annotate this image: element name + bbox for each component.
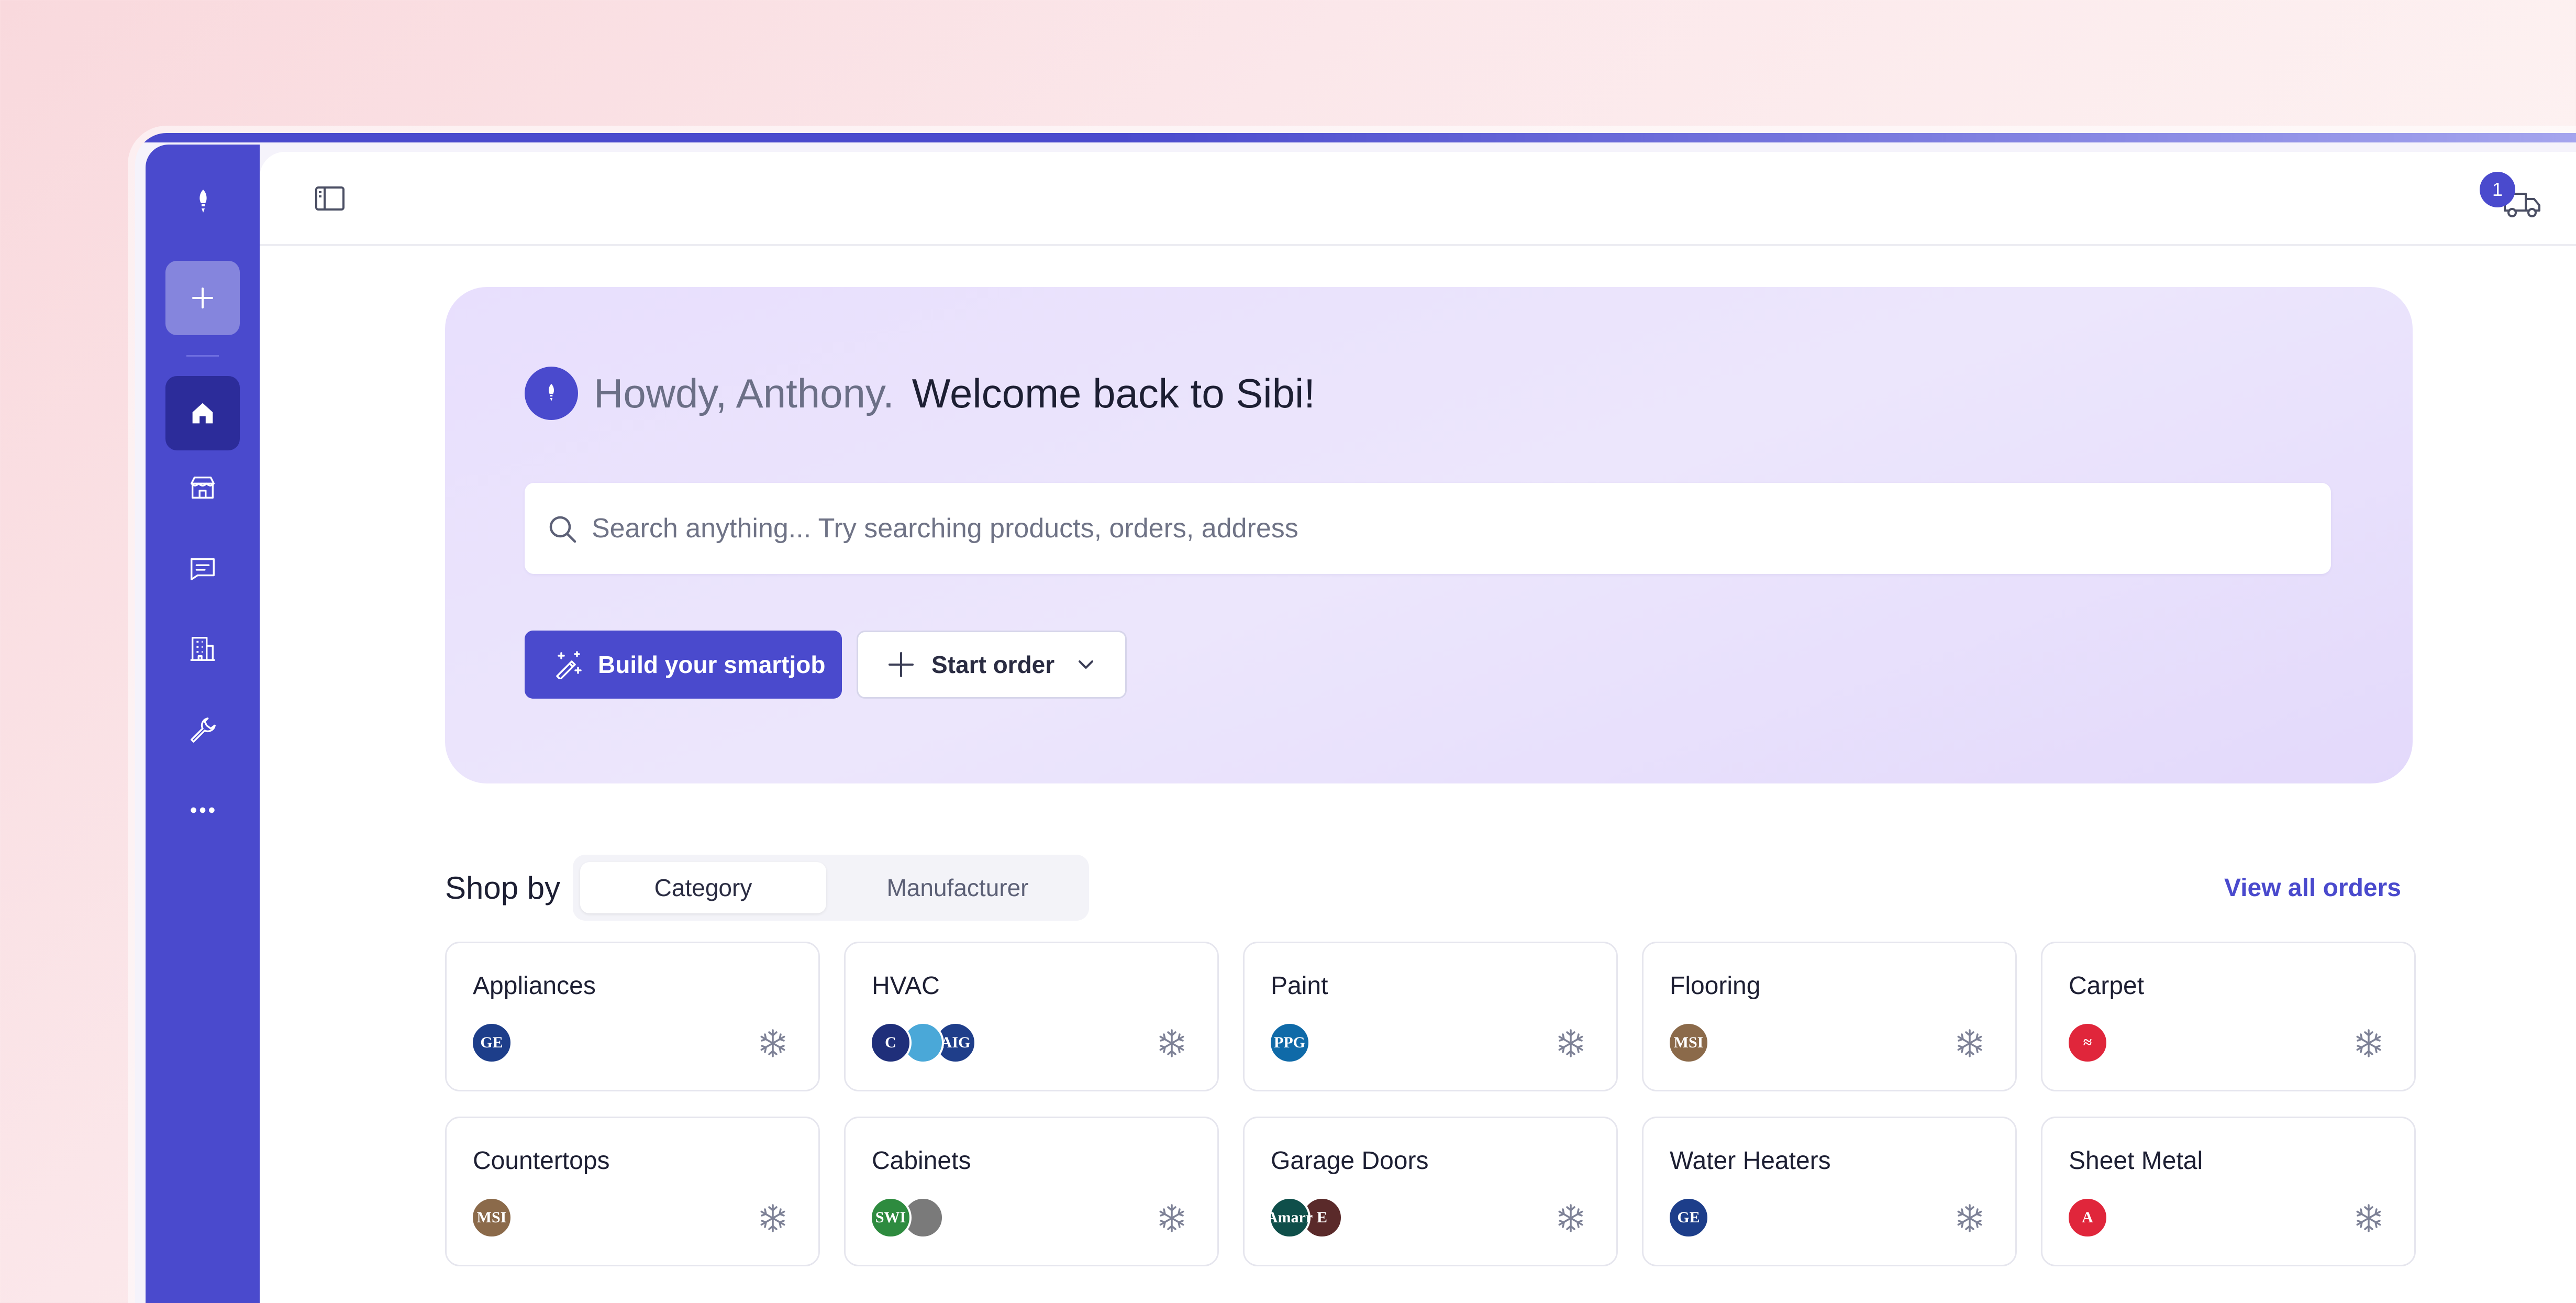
sidebar-item-orders[interactable] [187, 553, 218, 583]
sibi-avatar-icon [525, 367, 578, 420]
brand-logos: SWI [870, 1197, 944, 1239]
top-bar: 1 [260, 152, 2576, 246]
create-button[interactable] [165, 261, 240, 335]
building-icon [190, 637, 215, 661]
brand-logos: MSI [471, 1197, 513, 1239]
tab-manufacturer[interactable]: Manufacturer [835, 862, 1081, 913]
build-smartjob-label: Build your smartjob [598, 651, 826, 678]
shop-by-label: Shop by [445, 870, 561, 906]
greeting-name: Howdy, Anthony. [594, 370, 894, 416]
brand-logos: Amarr E [1267, 1197, 1343, 1239]
category-name: Appliances [473, 972, 596, 1000]
brand-logos: ≈ [2067, 1022, 2108, 1064]
start-order-label: Start order [931, 651, 1055, 678]
category-name: Countertops [473, 1147, 610, 1175]
build-smartjob-button[interactable]: Build your smartjob [525, 631, 842, 699]
snowflake-icon[interactable] [1157, 1028, 1187, 1058]
sidebar-item-more[interactable] [187, 795, 218, 825]
snowflake-icon[interactable] [1955, 1203, 1985, 1233]
snowflake-icon[interactable] [1955, 1028, 1985, 1058]
sidebar [146, 145, 260, 1303]
tab-category[interactable]: Category [580, 862, 826, 913]
category-card-appliances[interactable]: Appliances GE [445, 942, 820, 1091]
brand-logo-icon: GE [1668, 1197, 1709, 1239]
category-card-countertops[interactable]: Countertops MSI [445, 1117, 820, 1266]
welcome-hero: Howdy, Anthony. Welcome back to Sibi! Bu… [445, 287, 2413, 783]
brand-logo-icon: ≈ [2067, 1022, 2108, 1064]
brand-logos: PPG [1269, 1022, 1311, 1064]
store-icon [191, 476, 215, 499]
brand-logos: GE [1668, 1197, 1709, 1239]
magic-wand-icon [556, 651, 582, 679]
app-window: 1 Howdy, Anthony. Welcome back to Sibi! [135, 133, 2576, 1303]
brand-logo-icon: A [2067, 1197, 2108, 1239]
category-card-paint[interactable]: Paint PPG [1243, 942, 1618, 1091]
snowflake-icon[interactable] [1157, 1203, 1187, 1233]
sidebar-item-properties[interactable] [187, 634, 218, 664]
snowflake-icon[interactable] [1556, 1028, 1586, 1058]
category-card-garage-doors[interactable]: Garage Doors Amarr E [1243, 1117, 1618, 1266]
category-name: Flooring [1670, 972, 1761, 1000]
greeting-welcome: Welcome back to Sibi! [912, 370, 1315, 416]
category-name: Cabinets [872, 1147, 971, 1175]
category-card-carpet[interactable]: Carpet ≈ [2041, 942, 2416, 1091]
brand-logo-icon: PPG [1269, 1022, 1311, 1064]
sibi-logo-icon[interactable] [193, 186, 214, 218]
sidebar-toggle-button[interactable] [314, 185, 346, 212]
brand-logos: MSI [1668, 1022, 1709, 1064]
brand-logo-icon: GE [471, 1022, 513, 1064]
brand-logos: GE [471, 1022, 513, 1064]
category-name: HVAC [872, 972, 940, 1000]
shop-by-toggle: Category Manufacturer [573, 855, 1089, 921]
brand-logo-icon: MSI [471, 1197, 513, 1239]
view-all-orders-link[interactable]: View all orders [2197, 859, 2401, 916]
snowflake-icon[interactable] [758, 1203, 788, 1233]
receipt-icon [191, 558, 215, 580]
add-icon [192, 288, 213, 308]
category-card-water-heaters[interactable]: Water Heaters GE [1642, 1117, 2017, 1266]
search-bar [525, 483, 2331, 574]
sidebar-item-store[interactable] [187, 472, 218, 503]
brand-logo-icon: C [870, 1022, 912, 1064]
category-name: Water Heaters [1670, 1147, 1831, 1175]
chevron-down-icon [1079, 660, 1094, 669]
category-name: Garage Doors [1271, 1147, 1429, 1175]
sidebar-divider [186, 355, 219, 357]
more-icon [191, 807, 215, 813]
snowflake-icon[interactable] [2353, 1028, 2384, 1058]
brand-logo-icon: Amarr [1267, 1197, 1313, 1239]
category-card-flooring[interactable]: Flooring MSI [1642, 942, 2017, 1091]
start-order-button[interactable]: Start order [857, 631, 1127, 699]
search-icon [549, 516, 576, 543]
category-card-hvac[interactable]: HVAC C AIG [844, 942, 1219, 1091]
wrench-icon [191, 717, 216, 743]
snowflake-icon[interactable] [2353, 1203, 2384, 1233]
snowflake-icon[interactable] [758, 1028, 788, 1058]
category-card-sheet-metal[interactable]: Sheet Metal A [2041, 1117, 2416, 1266]
search-input[interactable] [592, 483, 2309, 574]
plus-icon [889, 652, 914, 677]
brand-logos: C AIG [870, 1022, 976, 1064]
sidebar-item-maintenance[interactable] [187, 714, 218, 745]
main-content: 1 Howdy, Anthony. Welcome back to Sibi! [260, 152, 2576, 1303]
panel-left-icon [315, 186, 345, 211]
home-icon [192, 403, 213, 424]
category-name: Sheet Metal [2069, 1147, 2203, 1175]
greeting: Howdy, Anthony. Welcome back to Sibi! [594, 366, 1315, 421]
brand-logo-icon: SWI [870, 1197, 912, 1239]
brand-logos: A [2067, 1197, 2108, 1239]
category-card-cabinets[interactable]: Cabinets SWI [844, 1117, 1219, 1266]
brand-logo-icon: MSI [1668, 1022, 1709, 1064]
category-name: Paint [1271, 972, 1328, 1000]
snowflake-icon[interactable] [1556, 1203, 1586, 1233]
sidebar-item-home[interactable] [165, 376, 240, 450]
delivery-count-badge: 1 [2480, 172, 2515, 207]
category-name: Carpet [2069, 972, 2145, 1000]
